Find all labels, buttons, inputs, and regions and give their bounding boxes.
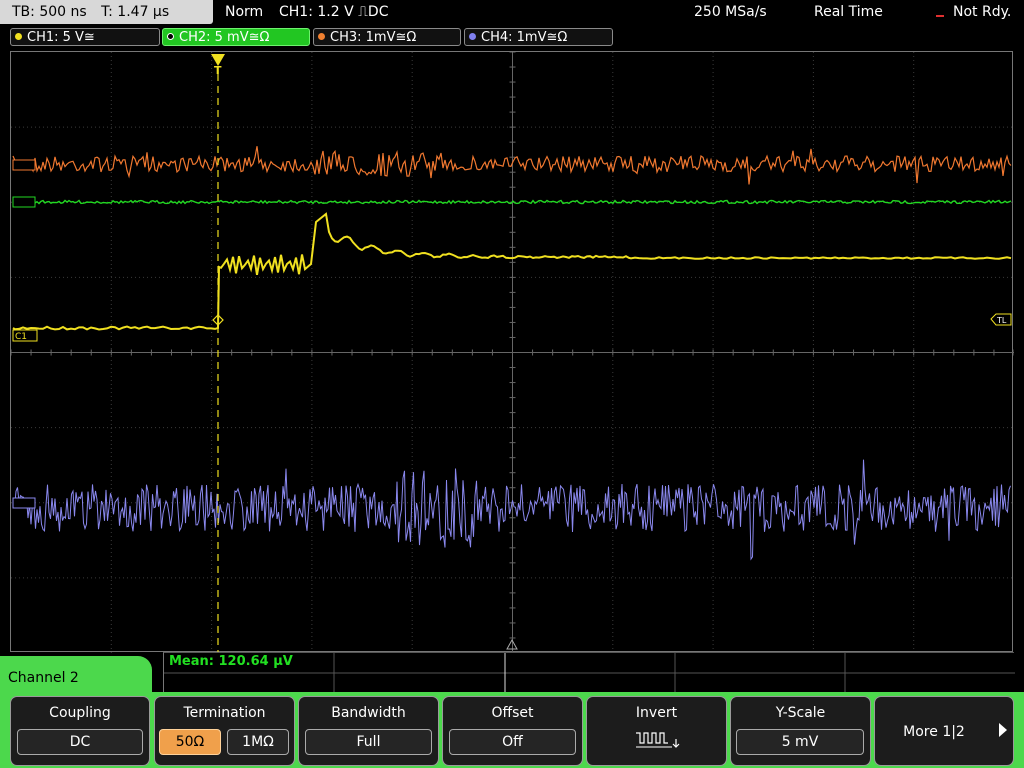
ch4-trace [12,459,1011,561]
more-label: More 1|2 [903,724,965,740]
tab-ch4-label: CH4: 1mV≅Ω [481,30,568,45]
termination-title: Termination [183,705,266,721]
bandwidth-softkey[interactable]: Bandwidth Full [298,696,439,766]
tab-ch3[interactable]: CH3: 1mV≅Ω [313,28,461,46]
timebase-label: TB: 500 ns [12,4,87,20]
coupling-softkey[interactable]: Coupling DC [10,696,150,766]
offset-softkey[interactable]: Offset Off [442,696,583,766]
trigger-time-label: T: 1.47 µs [101,4,170,20]
next-page-icon [999,723,1007,737]
more-softkey[interactable]: More 1|2 [874,696,1014,766]
trigger-mode[interactable]: Norm [225,0,263,24]
ch4-dot-icon [469,33,476,40]
yscale-value[interactable]: 5 mV [736,729,864,755]
tab-ch2-label: CH2: 5 mV≅Ω [179,30,270,45]
termination-softkey[interactable]: Termination 50Ω 1MΩ [154,696,295,766]
coupling-value[interactable]: DC [17,729,143,755]
mean-measurement: Mean: 120.64 µV [169,654,293,669]
status-indicator-icon [936,15,944,17]
status-bar: TB: 500 ns T: 1.47 µs Norm CH1: 1.2 V ⎍D… [0,0,1024,24]
ch2-dot-icon [167,33,174,40]
yscale-title: Y-Scale [775,705,826,721]
tab-ch1[interactable]: CH1: 5 V≅ [10,28,160,46]
yscale-softkey[interactable]: Y-Scale 5 mV [730,696,871,766]
ch2-ground-marker[interactable] [12,196,36,208]
timebase-box[interactable]: TB: 500 ns T: 1.47 µs [0,0,213,24]
ch3-dot-icon [318,33,325,40]
tab-ch1-label: CH1: 5 V≅ [27,30,95,45]
coupling-title: Coupling [49,705,111,721]
graticule-grid [10,51,1015,654]
offset-title: Offset [491,705,534,721]
tab-ch3-label: CH3: 1mV≅Ω [330,30,417,45]
waveform-display[interactable]: T C1 TL [10,51,1015,654]
trigger-level-label: TL [996,316,1007,325]
channel-menu-title: Channel 2 [8,670,79,686]
trigger-marker-label: T [214,64,222,77]
sample-rate: 250 MSa/s [694,4,767,20]
waveform-canvas[interactable]: T C1 TL [10,51,1015,654]
offset-value[interactable]: Off [449,729,576,755]
trigger-info[interactable]: CH1: 1.2 V ⎍DC [279,0,388,24]
invert-softkey[interactable]: Invert [586,696,727,766]
ch3-ground-marker[interactable] [12,159,36,171]
invert-waveform-icon [636,732,680,748]
acquisition-status: Not Rdy. [953,4,1012,20]
bandwidth-title: Bandwidth [331,705,406,721]
tab-ch2[interactable]: CH2: 5 mV≅Ω [162,28,310,46]
termination-1mohm-option[interactable]: 1MΩ [227,729,289,755]
acquisition-mode[interactable]: Real Time [814,0,883,24]
ch4-ground-marker[interactable] [12,497,36,509]
termination-50ohm-option[interactable]: 50Ω [159,729,221,755]
ch1-dot-icon [15,33,22,40]
ch1-ground-label: C1 [15,332,27,342]
bandwidth-value[interactable]: Full [305,729,432,755]
tab-ch4[interactable]: CH4: 1mV≅Ω [464,28,613,46]
invert-title: Invert [635,705,678,721]
